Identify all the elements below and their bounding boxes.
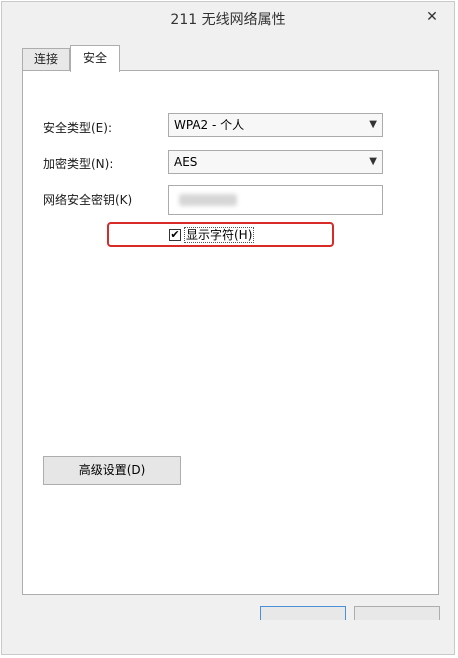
encryption-type-value: AES: [174, 155, 198, 169]
tab-security[interactable]: 安全: [70, 45, 120, 72]
security-type-label: 安全类型(E):: [43, 121, 112, 135]
show-characters-label[interactable]: 显示字符(H): [184, 227, 255, 243]
close-icon: ✕: [426, 9, 438, 25]
wireless-properties-dialog: 211 无线网络属性 ✕ 连接 安全 安全类型(E): WPA2 - 个人 ▼ …: [1, 1, 455, 655]
window-title: 211 无线网络属性: [170, 12, 286, 28]
title-bar: 211 无线网络属性 ✕: [2, 2, 454, 36]
obscured-key-text: [179, 194, 237, 206]
advanced-settings-button[interactable]: 高级设置(D): [43, 456, 181, 485]
network-key-label: 网络安全密钥(K): [43, 193, 133, 207]
ok-button[interactable]: [260, 606, 346, 620]
checkmark-icon: ✔: [170, 228, 180, 241]
encryption-type-label: 加密类型(N):: [43, 157, 114, 171]
cancel-button[interactable]: [354, 606, 440, 620]
encryption-type-select[interactable]: AES ▼: [168, 150, 383, 174]
security-type-select[interactable]: WPA2 - 个人 ▼: [168, 113, 383, 137]
show-characters-checkbox[interactable]: ✔: [169, 229, 181, 241]
security-tab-panel: 安全类型(E): WPA2 - 个人 ▼ 加密类型(N): AES ▼ 网络安全…: [22, 70, 439, 595]
tab-connection[interactable]: 连接: [22, 48, 70, 71]
chevron-down-icon: ▼: [369, 119, 377, 130]
chevron-down-icon: ▼: [369, 156, 377, 167]
security-type-value: WPA2 - 个人: [174, 118, 245, 132]
network-key-input[interactable]: [168, 185, 383, 215]
close-button[interactable]: ✕: [418, 6, 446, 28]
